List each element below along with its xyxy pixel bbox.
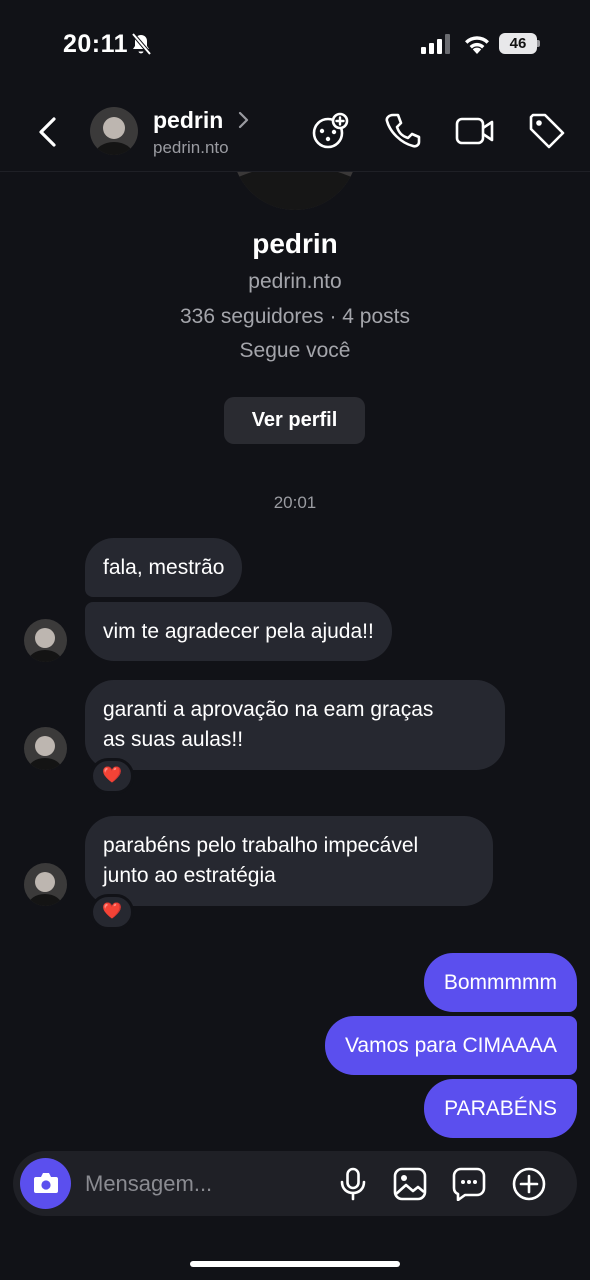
sent-message[interactable]: PARABÉNS [424, 1079, 577, 1138]
wifi-icon [465, 36, 489, 54]
message-text-line: as suas aulas!! [103, 728, 244, 751]
follows-you-label: Segue você [239, 339, 351, 362]
message-text-line: junto ao estratégia [103, 864, 276, 887]
phone-icon[interactable] [384, 111, 422, 151]
chat-header: pedrin pedrin.nto [0, 90, 590, 172]
signal-icon [421, 34, 450, 54]
sticker-icon[interactable] [452, 1167, 486, 1201]
video-icon[interactable] [455, 111, 495, 151]
sent-message[interactable]: Vamos para CIMAAAA [324, 1016, 577, 1075]
tag-icon[interactable] [527, 111, 567, 151]
message-text-line: garanti a aprovação na eam graças [103, 698, 434, 721]
avatar[interactable] [24, 727, 67, 770]
avatar[interactable] [24, 863, 67, 906]
bell-slash-icon [131, 32, 152, 56]
heart-reaction[interactable]: ❤️ [90, 758, 134, 794]
message-composer [13, 1151, 577, 1216]
camera-button[interactable] [20, 1158, 71, 1209]
heart-reaction[interactable]: ❤️ [90, 894, 134, 930]
profile-stats: 336 seguidores · 4 posts [180, 305, 410, 328]
home-indicator[interactable] [190, 1261, 400, 1267]
camera-icon [34, 1173, 58, 1193]
battery-level: 46 [499, 33, 537, 54]
received-message[interactable]: fala, mestrão [85, 538, 243, 597]
theme-icon[interactable] [310, 111, 350, 151]
received-message[interactable]: garanti a aprovação na eam graças as sua… [85, 680, 505, 770]
message-input[interactable] [85, 1169, 325, 1199]
avatar[interactable] [24, 619, 67, 662]
battery-indicator: 46 [499, 33, 540, 54]
profile-name: pedrin [252, 228, 338, 259]
message-text-line: parabéns pelo trabalho impecável [103, 834, 419, 857]
status-bar: 20:11 46 [0, 0, 590, 90]
received-message[interactable]: vim te agradecer pela ajuda!! [85, 602, 392, 661]
back-chevron-icon[interactable] [34, 116, 62, 148]
status-time: 20:11 [63, 30, 129, 58]
avatar[interactable] [90, 107, 138, 155]
chevron-right-icon[interactable] [236, 110, 250, 130]
contact-name[interactable]: pedrin [153, 107, 223, 134]
plus-icon[interactable] [512, 1167, 546, 1201]
received-message[interactable]: parabéns pelo trabalho impecável junto a… [85, 816, 493, 906]
microphone-icon[interactable] [338, 1167, 368, 1201]
view-profile-button[interactable]: Ver perfil [224, 397, 365, 444]
sent-message[interactable]: Bommmmm [423, 953, 577, 1012]
contact-username[interactable]: pedrin.nto [153, 138, 229, 158]
message-timestamp: 20:01 [273, 493, 317, 512]
image-icon[interactable] [393, 1167, 427, 1201]
profile-username: pedrin.nto [248, 270, 342, 293]
